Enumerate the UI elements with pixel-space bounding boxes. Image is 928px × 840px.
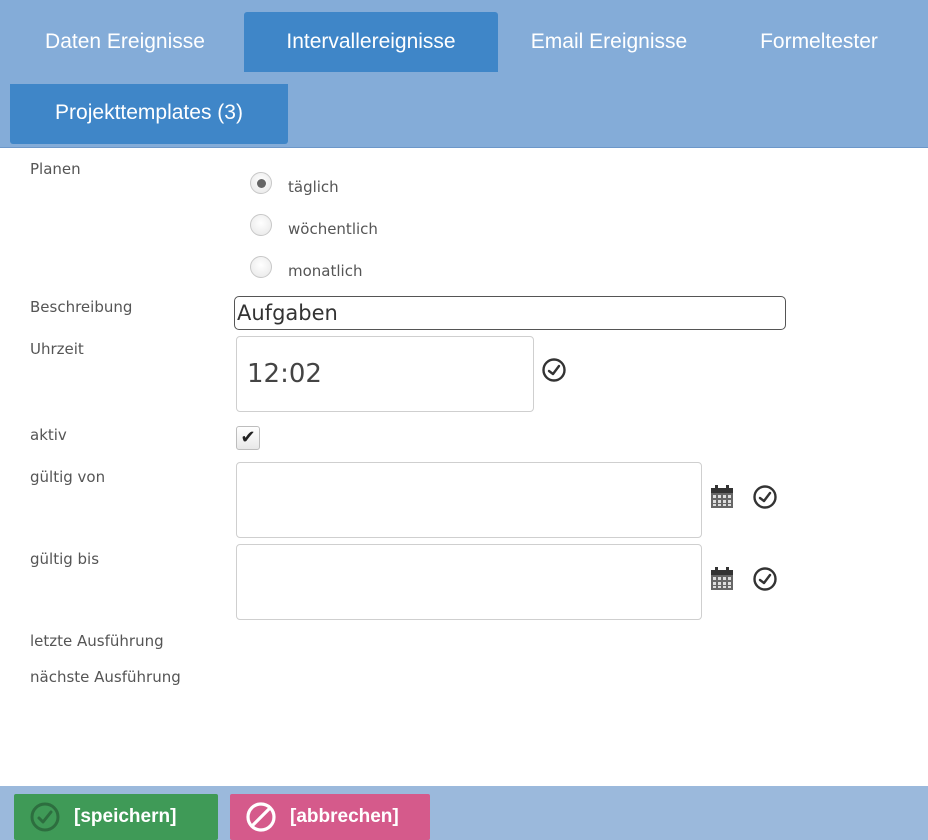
clock-icon[interactable]: [752, 484, 778, 510]
beschreibung-input[interactable]: [235, 297, 785, 329]
gueltig-von-field[interactable]: [236, 462, 702, 538]
radio-label: wöchentlich: [288, 220, 378, 238]
gueltig-bis-field[interactable]: [236, 544, 702, 620]
tab-projekttemplates[interactable]: Projekttemplates (3): [10, 84, 288, 144]
gueltig-von-label: gültig von: [30, 468, 106, 486]
planen-label: Planen: [30, 160, 81, 178]
aktiv-label: aktiv: [30, 426, 67, 444]
radio-button[interactable]: [250, 214, 272, 236]
cancel-button[interactable]: [abbrechen]: [230, 794, 430, 840]
naechste-ausfuehrung-label: nächste Ausführung: [30, 668, 181, 686]
gueltig-von-input[interactable]: [237, 463, 701, 537]
gueltig-bis-label: gültig bis: [30, 550, 100, 568]
radio-taeglich[interactable]: täglich: [250, 170, 339, 196]
check-circle-icon: [30, 802, 60, 832]
save-button[interactable]: [speichern]: [14, 794, 218, 840]
aktiv-checkbox[interactable]: ✔: [236, 426, 260, 450]
tab-daten-ereignisse[interactable]: Daten Ereignisse: [14, 12, 236, 72]
radio-monatlich[interactable]: monatlich: [250, 254, 362, 280]
beschreibung-label: Beschreibung: [30, 298, 133, 316]
calendar-icon[interactable]: [709, 484, 735, 510]
letzte-ausfuehrung-label: letzte Ausführung: [30, 632, 164, 650]
clock-icon[interactable]: [752, 566, 778, 592]
tab-intervallereignisse[interactable]: Intervallereignisse: [244, 12, 498, 72]
tab-email-ereignisse[interactable]: Email Ereignisse: [504, 12, 714, 72]
cancel-button-label: [abbrechen]: [290, 806, 399, 827]
gueltig-bis-input[interactable]: [237, 545, 701, 619]
ban-icon: [246, 802, 276, 832]
uhrzeit-label: Uhrzeit: [30, 340, 84, 358]
calendar-icon[interactable]: [709, 566, 735, 592]
clock-icon[interactable]: [541, 357, 567, 383]
radio-button[interactable]: [250, 256, 272, 278]
save-button-label: [speichern]: [74, 806, 177, 827]
radio-label: täglich: [288, 178, 339, 196]
radio-button-checked[interactable]: [250, 172, 272, 194]
beschreibung-field[interactable]: [234, 296, 786, 330]
radio-woechentlich[interactable]: wöchentlich: [250, 212, 378, 238]
uhrzeit-field[interactable]: [236, 336, 534, 412]
tab-formeltester[interactable]: Formeltester: [724, 12, 914, 72]
uhrzeit-input[interactable]: [237, 337, 533, 411]
radio-label: monatlich: [288, 262, 363, 280]
